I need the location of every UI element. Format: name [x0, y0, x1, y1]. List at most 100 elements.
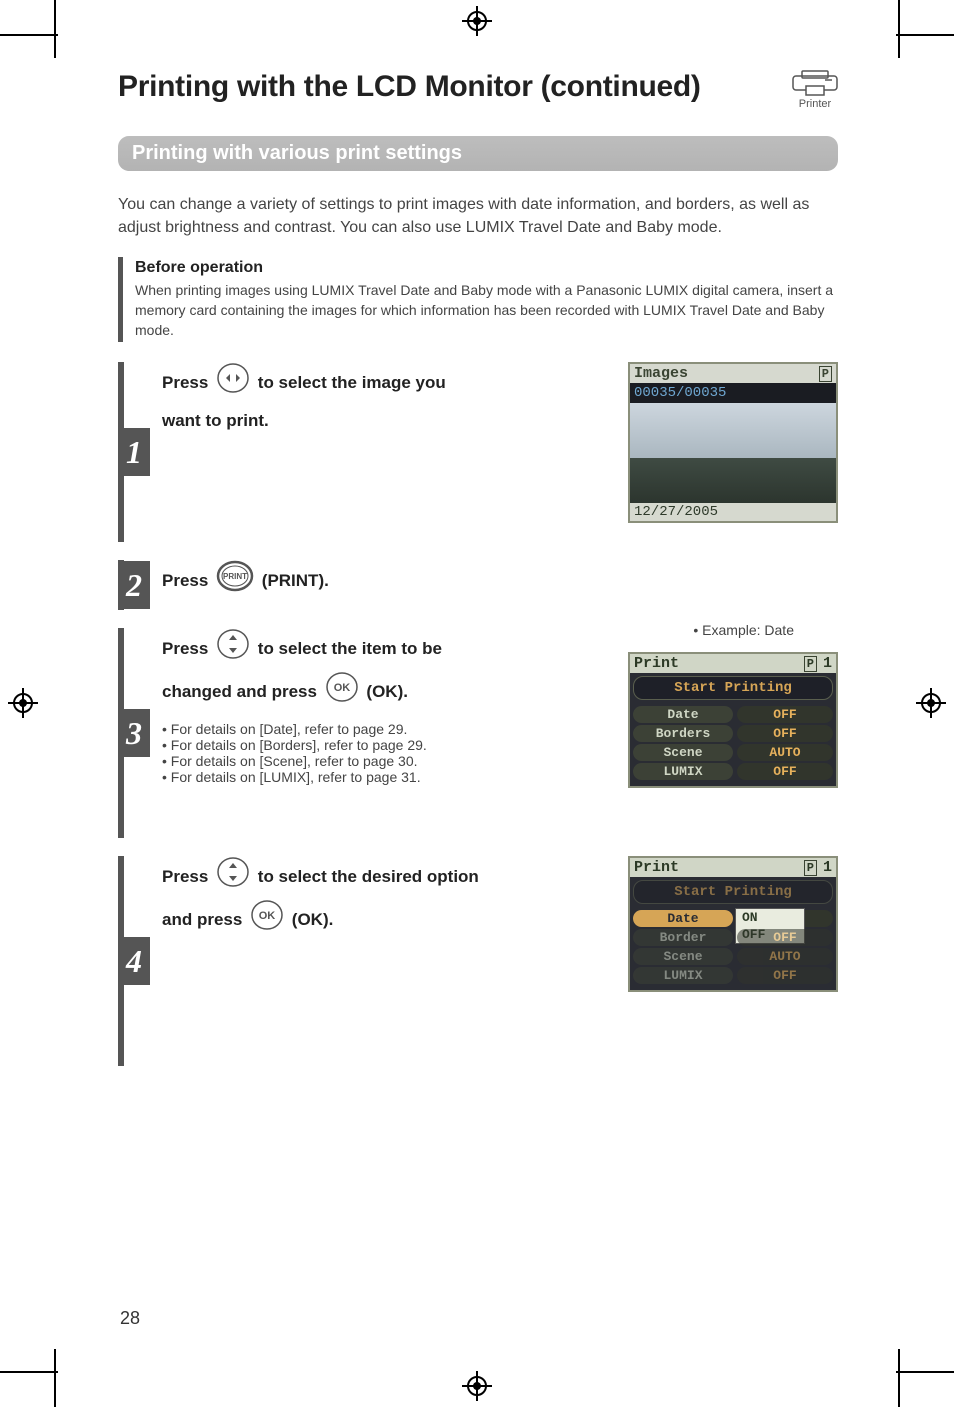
crop-mark	[898, 1349, 900, 1407]
crop-mark	[54, 1349, 56, 1407]
lcd-row: DateOFF	[633, 706, 833, 723]
example-label: • Example: Date	[693, 622, 794, 638]
text: Press	[162, 373, 213, 392]
svg-text:OK: OK	[259, 910, 276, 922]
step-instruction: Press PRINT (PRINT).	[162, 560, 578, 603]
ok-button-icon: OK	[250, 899, 284, 942]
text: changed and press	[162, 683, 322, 702]
lcd-title: Print	[634, 859, 679, 876]
detail-item: For details on [Borders], refer to page …	[162, 737, 578, 753]
text: Press	[162, 639, 213, 658]
text: and press	[162, 911, 247, 930]
svg-text:PRINT: PRINT	[223, 572, 247, 581]
text: to select the desired option	[258, 867, 479, 886]
detail-item: For details on [Date], refer to page 29.	[162, 721, 578, 737]
before-operation-heading: Before operation	[135, 259, 838, 277]
crop-mark	[896, 34, 954, 36]
step-number: 2	[118, 561, 150, 609]
step-2: 2 Press PRINT (PRINT).	[118, 560, 838, 610]
svg-text:OK: OK	[333, 682, 350, 694]
lcd-row-label: Date	[633, 910, 733, 927]
step-1: 1 Press to select the image you want to …	[118, 362, 838, 542]
lcd-screenshot-images: ImagesP 00035/00035 12/27/2005	[628, 362, 838, 523]
lcd-start-printing: Start Printing	[633, 880, 833, 904]
lcd-row: LUMIXOFF	[633, 967, 833, 984]
step-instruction: Press to select the item to be changed a…	[162, 628, 578, 715]
section-heading: Printing with various print settings	[118, 136, 838, 171]
lcd-copies: 1	[823, 859, 832, 876]
title-row: Printing with the LCD Monitor (continued…	[118, 70, 838, 110]
print-button-icon: PRINT	[216, 560, 254, 603]
manual-page: Printing with the LCD Monitor (continued…	[0, 0, 954, 1407]
step-number: 3	[118, 709, 150, 757]
ok-button-icon: OK	[325, 671, 359, 714]
lcd-row: LUMIXOFF	[633, 763, 833, 780]
step-details: For details on [Date], refer to page 29.…	[162, 721, 578, 785]
register-mark-icon	[916, 688, 946, 718]
lcd-row-label: Scene	[633, 744, 733, 761]
up-down-button-icon	[216, 628, 250, 671]
text: want to print.	[162, 411, 269, 430]
printer-label: Printer	[799, 98, 831, 110]
text: (OK).	[292, 911, 334, 930]
lcd-row-label: Borders	[633, 725, 733, 742]
crop-mark	[898, 0, 900, 58]
lcd-row-value: OFF	[737, 929, 833, 946]
lcd-row-value: AUTO	[737, 744, 833, 761]
crop-mark	[0, 1371, 58, 1373]
step-number: 4	[118, 937, 150, 985]
step-instruction: Press to select the image you want to pr…	[162, 362, 578, 438]
lcd-row: BorderOFF	[633, 929, 833, 946]
lcd-date: 12/27/2005	[630, 503, 836, 521]
register-mark-icon	[8, 688, 38, 718]
lcd-row-label: Date	[633, 706, 733, 723]
step-number: 1	[118, 428, 150, 476]
lcd-row-label: LUMIX	[633, 763, 733, 780]
lcd-row-label: Scene	[633, 948, 733, 965]
lcd-row-label: Border	[633, 929, 733, 946]
content-area: Printing with the LCD Monitor (continued…	[118, 70, 838, 1084]
lcd-row-value: OFF	[737, 763, 833, 780]
lcd-row: Date OFF ON OFF	[633, 910, 833, 927]
lcd-screenshot-print-menu: PrintP1 Start Printing DateOFF BordersOF…	[628, 652, 838, 788]
step-instruction: Press to select the desired option and p…	[162, 856, 578, 943]
lcd-row-value: OFF	[737, 706, 833, 723]
intro-text: You can change a variety of settings to …	[118, 193, 838, 239]
step-4: 4 Press to select the desired option and…	[118, 856, 838, 1066]
lcd-title: Print	[634, 655, 679, 672]
text: (OK).	[366, 683, 408, 702]
text: (PRINT).	[262, 571, 329, 590]
left-right-button-icon	[216, 362, 250, 405]
lcd-start-printing: Start Printing	[633, 676, 833, 700]
p-badge: P	[804, 860, 817, 876]
text: to select the image you	[258, 373, 446, 392]
crop-mark	[0, 34, 58, 36]
lcd-count: 00035/00035	[630, 383, 836, 403]
lcd-row: SceneAUTO	[633, 744, 833, 761]
detail-item: For details on [Scene], refer to page 30…	[162, 753, 578, 769]
before-operation-body: When printing images using LUMIX Travel …	[135, 281, 838, 340]
p-badge: P	[819, 366, 832, 382]
lcd-screenshot-print-menu-popup: Print P1 Start Printing Date OFF ON OFF	[628, 856, 838, 992]
lcd-row-value: OFF	[737, 725, 833, 742]
step-3: 3 Press to select the item to be changed…	[118, 628, 838, 838]
printer-icon: Printer	[792, 70, 838, 110]
text: to select the item to be	[258, 639, 442, 658]
up-down-button-icon	[216, 856, 250, 899]
page-title: Printing with the LCD Monitor (continued…	[118, 70, 701, 104]
crop-mark	[54, 0, 56, 58]
lcd-photo-preview	[630, 403, 836, 503]
crop-mark	[896, 1371, 954, 1373]
lcd-popup-option: ON	[736, 909, 804, 926]
lcd-row-label: LUMIX	[633, 967, 733, 984]
page-number: 28	[120, 1308, 140, 1329]
lcd-row-value: OFF	[737, 967, 833, 984]
text: Press	[162, 867, 213, 886]
before-operation: Before operation When printing images us…	[118, 257, 838, 342]
lcd-row-value: AUTO	[737, 948, 833, 965]
steps: 1 Press to select the image you want to …	[118, 362, 838, 1066]
detail-item: For details on [LUMIX], refer to page 31…	[162, 769, 578, 785]
lcd-copies: 1	[823, 655, 832, 672]
register-mark-icon	[462, 6, 492, 36]
lcd-row: BordersOFF	[633, 725, 833, 742]
